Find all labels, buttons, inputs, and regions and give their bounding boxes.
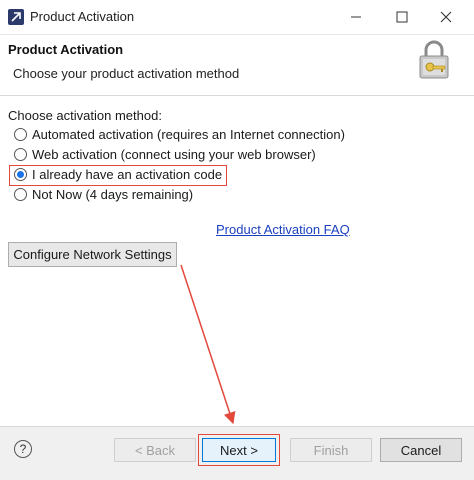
radio-label: Automated activation (requires an Intern… — [32, 127, 345, 142]
back-button[interactable]: < Back — [114, 438, 196, 462]
radio-automated-activation[interactable]: Automated activation (requires an Intern… — [14, 125, 345, 144]
annotation-next-highlight — [198, 434, 280, 466]
radio-button[interactable] — [14, 188, 27, 201]
app-icon — [8, 9, 24, 25]
product-activation-faq-link[interactable]: Product Activation FAQ — [216, 222, 350, 237]
help-icon[interactable]: ? — [14, 440, 32, 458]
radio-web-activation[interactable]: Web activation (connect using your web b… — [14, 145, 316, 164]
window-title: Product Activation — [30, 9, 135, 24]
configure-network-settings-button[interactable]: Configure Network Settings — [8, 242, 177, 267]
maximize-icon — [396, 11, 408, 23]
maximize-button[interactable] — [382, 4, 422, 30]
close-icon — [440, 11, 452, 23]
radio-button[interactable] — [14, 128, 27, 141]
radio-not-now[interactable]: Not Now (4 days remaining) — [14, 185, 193, 204]
lock-key-icon — [419, 40, 449, 79]
radio-button[interactable] — [14, 148, 27, 161]
close-button[interactable] — [426, 4, 466, 30]
radio-label: Web activation (connect using your web b… — [32, 147, 316, 162]
minimize-icon — [351, 16, 361, 18]
page-title: Product Activation — [8, 42, 124, 57]
radio-label: Not Now (4 days remaining) — [32, 187, 194, 202]
cancel-button[interactable]: Cancel — [380, 438, 462, 462]
finish-button[interactable]: Finish — [290, 438, 372, 462]
page-subtitle: Choose your product activation method — [13, 66, 240, 81]
activation-method-label: Choose activation method: — [8, 108, 162, 123]
annotation-highlight-box — [9, 165, 227, 186]
minimize-button[interactable] — [336, 4, 376, 30]
